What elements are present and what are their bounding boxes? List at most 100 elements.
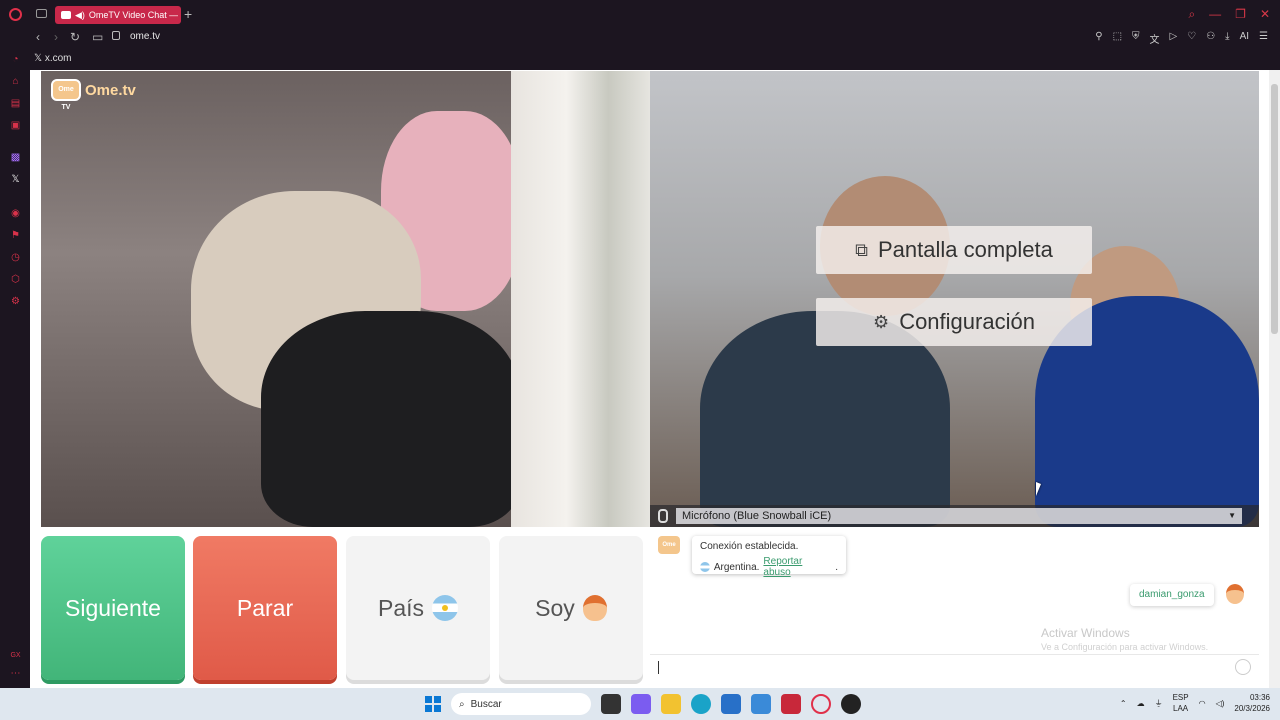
stranger-username: damian_gonza	[1130, 584, 1214, 606]
heart-icon[interactable]: ♡	[1187, 31, 1196, 46]
forward-button[interactable]: ›	[54, 30, 58, 44]
activate-windows-subtitle: Ve a Configuración para activar Windows.	[1041, 642, 1209, 652]
window-controls: ⌕ — ❐ ✕	[1188, 7, 1270, 22]
task-view-icon[interactable]	[601, 694, 621, 714]
copilot-icon[interactable]	[631, 694, 651, 714]
ometv-logo-text: Ome.tv	[85, 81, 136, 99]
microphone-icon	[658, 509, 668, 523]
opera-gx-taskbar-icon[interactable]	[841, 694, 861, 714]
speaker-icon[interactable]: ◀)	[75, 10, 85, 21]
language-line1: ESP	[1172, 693, 1189, 702]
browser-sidebar: ◔ ⌂ ▤ ▣ ▩ 𝕏 ◉ ⚑ ◷ ⬡ ⚙ GX ⋯	[0, 48, 30, 688]
new-tab-button[interactable]: +	[184, 7, 192, 21]
menu-icon[interactable]: ☰	[1259, 31, 1268, 46]
page-scrollbar[interactable]	[1269, 70, 1280, 688]
video-person-2	[261, 311, 521, 527]
news-icon[interactable]: ▣	[10, 120, 21, 131]
search-tabs-icon[interactable]: ⌕	[1188, 7, 1195, 22]
country-button[interactable]: País	[346, 536, 490, 680]
ometv-page: Ome TV Ome.tv ⧉ Pantalla completa ⚙ Conf…	[30, 70, 1280, 688]
system-country: Argentina.	[713, 561, 760, 573]
gx-label[interactable]: GX	[10, 650, 21, 661]
bookmark-label: x.com	[44, 53, 72, 64]
activate-windows-title: Activar Windows	[1041, 626, 1130, 640]
windows-taskbar: ⌕ Buscar ⌃ ☁ ⏚ ESP LAA ◠ ◁) 03:36 20/3/2…	[0, 688, 1280, 720]
tab-switcher-icon[interactable]	[36, 9, 47, 18]
volume-icon[interactable]: ◁)	[1216, 699, 1225, 708]
system-message-end: .	[835, 561, 838, 573]
language-indicator[interactable]: ESP LAA	[1173, 692, 1189, 714]
extensions-icon[interactable]: ⬡	[10, 274, 21, 285]
pinboard-icon[interactable]: ⚑	[10, 230, 21, 241]
clock[interactable]: 03:36 20/3/2026	[1234, 692, 1270, 714]
system-tray: ⌃ ☁ ⏚ ESP LAA ◠ ◁) 03:36 20/3/2026	[1120, 692, 1270, 714]
play-icon[interactable]: ▷	[1170, 31, 1178, 46]
extension-toolbar: ⚲ ⬚ ⛨ 文 ▷ ♡ ⚇ ⤓ AI ☰	[1095, 31, 1268, 46]
settings-icon[interactable]: ⚙	[10, 296, 21, 307]
more-icon[interactable]: ⋯	[10, 668, 21, 679]
scrollbar-thumb[interactable]	[1271, 84, 1278, 334]
country-button-label: País	[377, 594, 425, 621]
red-app-icon[interactable]	[781, 694, 801, 714]
chat-ometv-logo-icon: Ome TV	[658, 536, 680, 566]
microphone-select-value: Micrófono (Blue Snowball iCE)	[682, 510, 832, 522]
player-icon[interactable]: ◉	[10, 208, 21, 219]
bookmark-x[interactable]: 𝕏 x.com	[34, 53, 72, 64]
stop-button[interactable]: Parar	[193, 536, 337, 680]
lock-icon[interactable]	[112, 31, 120, 40]
account-icon[interactable]: ⚇	[1206, 31, 1215, 46]
shop-icon[interactable]: ⌂	[10, 76, 21, 87]
wifi-icon[interactable]: ◠	[1199, 699, 1206, 708]
outlook-icon[interactable]	[751, 694, 771, 714]
settings-button[interactable]: ⚙ Configuración	[816, 298, 1092, 346]
stop-button-label: Parar	[236, 594, 294, 621]
mouse-cursor-icon	[1036, 482, 1041, 496]
taskbar-search[interactable]: ⌕ Buscar	[451, 693, 591, 715]
edge-icon[interactable]	[691, 694, 711, 714]
pin-icon[interactable]: ⚲	[1095, 31, 1102, 46]
camera-icon[interactable]: ▭	[92, 30, 103, 44]
windows-start-icon[interactable]	[425, 696, 441, 712]
report-abuse-link[interactable]: Reportar abuso	[763, 556, 831, 578]
opera-taskbar-icon[interactable]	[811, 694, 831, 714]
file-explorer-icon[interactable]	[661, 694, 681, 714]
mic-tray-icon[interactable]: ⏚	[1155, 698, 1163, 709]
store-icon[interactable]	[721, 694, 741, 714]
gender-button[interactable]: Soy	[499, 536, 643, 680]
download-icon[interactable]: ⤓	[1225, 31, 1229, 46]
history-icon[interactable]: ◷	[10, 252, 21, 263]
reload-button[interactable]: ↻	[70, 30, 80, 44]
close-button[interactable]: ✕	[1260, 7, 1270, 22]
emoji-icon[interactable]	[1235, 659, 1251, 675]
ometv-logo-badge: Ome TV	[51, 79, 81, 111]
back-button[interactable]: ‹	[36, 30, 40, 44]
clock-date: 20/3/2026	[1234, 704, 1270, 713]
chat-icon[interactable]: ▤	[10, 98, 21, 109]
next-button[interactable]: Siguiente	[41, 536, 185, 680]
twitch-icon[interactable]: ▩	[10, 152, 21, 163]
microphone-select[interactable]: Micrófono (Blue Snowball iCE) ▼	[676, 508, 1242, 524]
translate-icon[interactable]: 文	[1150, 31, 1160, 46]
search-icon: ⌕	[459, 698, 465, 710]
ometv-favicon-icon	[61, 11, 71, 19]
ai-button[interactable]: AI	[1240, 31, 1249, 46]
fullscreen-button[interactable]: ⧉ Pantalla completa	[816, 226, 1092, 274]
taskbar-search-placeholder: Buscar	[470, 698, 502, 710]
chat-message-input[interactable]	[650, 654, 1259, 678]
gear-icon: ⚙	[873, 311, 890, 332]
speed-dial-icon[interactable]: ◔	[10, 54, 21, 65]
text-caret	[658, 661, 659, 674]
snapshot-icon[interactable]: ⬚	[1113, 31, 1122, 46]
cloud-icon[interactable]: ☁	[1137, 699, 1145, 708]
tab-title: OmeTV Video Chat —	[88, 10, 179, 20]
fullscreen-label: Pantalla completa	[877, 237, 1053, 262]
url-field[interactable]: ome.tv	[130, 31, 160, 42]
minimize-button[interactable]: —	[1209, 7, 1221, 22]
opera-logo-icon[interactable]	[9, 8, 22, 21]
maximize-button[interactable]: ❐	[1235, 7, 1246, 22]
chevron-up-icon[interactable]: ⌃	[1120, 699, 1127, 708]
stranger-avatar-icon	[1226, 584, 1244, 604]
browser-tab-active[interactable]: ◀) OmeTV Video Chat —	[55, 6, 181, 24]
shield-icon[interactable]: ⛨	[1132, 31, 1140, 46]
x-icon[interactable]: 𝕏	[10, 174, 21, 185]
